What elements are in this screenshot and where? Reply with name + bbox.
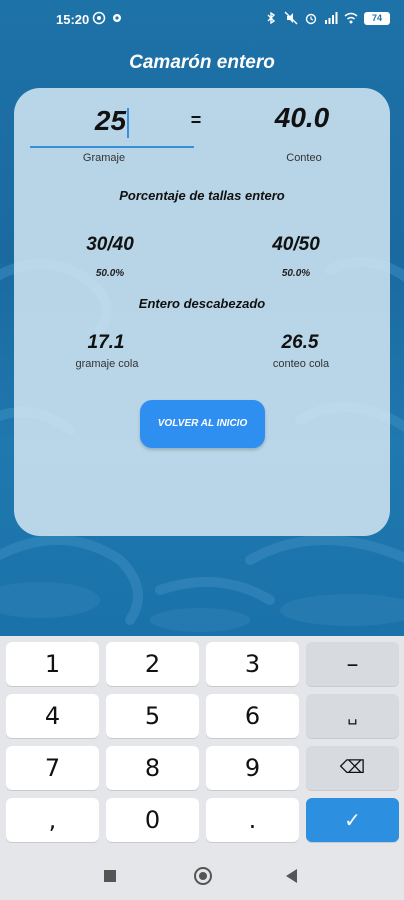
- results-card: 25 = 40.0 Gramaje Conteo Porcentaje de t…: [14, 88, 390, 536]
- key-1[interactable]: 1: [6, 642, 99, 686]
- comma-key[interactable]: ,: [6, 798, 99, 842]
- gramaje-input[interactable]: 25: [30, 96, 194, 148]
- size-left-value: 30/40: [86, 234, 134, 255]
- volver-al-inicio-button[interactable]: VOLVER AL INICIO: [140, 400, 265, 448]
- bluetooth-icon: [267, 11, 276, 25]
- recents-icon[interactable]: [104, 870, 116, 882]
- done-key[interactable]: ✓: [306, 798, 399, 842]
- conteo-label: Conteo: [286, 152, 322, 164]
- gramaje-cola-label: gramaje cola: [75, 358, 139, 370]
- size-left-percent: 50.0%: [95, 268, 125, 279]
- descabezado-heading: Entero descabezado: [138, 296, 266, 311]
- wifi-icon: [344, 12, 358, 24]
- key-4[interactable]: 4: [6, 694, 99, 738]
- gramaje-input-value: 25: [94, 105, 127, 136]
- conteo-cola-label: conteo cola: [272, 358, 330, 370]
- space-key[interactable]: ␣: [306, 694, 399, 738]
- size-right-percent: 50.0%: [281, 268, 311, 279]
- signal-icon: [325, 12, 338, 24]
- status-time: 15:20: [56, 12, 90, 27]
- key-7[interactable]: 7: [6, 746, 99, 790]
- gear-icon: [113, 14, 121, 22]
- navigation-bar: [0, 850, 404, 900]
- text-cursor: [127, 107, 130, 138]
- equals-sign: =: [190, 110, 202, 130]
- page-title: Camarón entero: [129, 52, 275, 73]
- home-icon[interactable]: [194, 867, 212, 885]
- status-system-icons: 74: [264, 11, 390, 25]
- gramaje-label: Gramaje: [82, 152, 126, 164]
- key-5[interactable]: 5: [106, 694, 199, 738]
- size-right-value: 40/50: [272, 234, 320, 255]
- minus-key[interactable]: –: [306, 642, 399, 686]
- key-2[interactable]: 2: [106, 642, 199, 686]
- conteo-value: 40.0: [274, 102, 330, 133]
- mute-icon: [284, 11, 298, 25]
- key-8[interactable]: 8: [106, 746, 199, 790]
- battery-indicator: 74: [364, 11, 390, 25]
- key-9[interactable]: 9: [206, 746, 299, 790]
- key-6[interactable]: 6: [206, 694, 299, 738]
- numeric-keyboard: 1 2 3 – 4 5 6 ␣ 7 8 9 ⌫ , 0 . ✓: [0, 636, 404, 850]
- gramaje-cola-value: 17.1: [87, 332, 125, 353]
- status-notification-icons: [92, 11, 124, 25]
- status-bar: 15:20 74: [0, 0, 404, 40]
- key-3[interactable]: 3: [206, 642, 299, 686]
- back-icon[interactable]: [286, 869, 297, 883]
- conteo-cola-value: 26.5: [281, 332, 319, 353]
- key-0[interactable]: 0: [106, 798, 199, 842]
- backspace-key[interactable]: ⌫: [306, 746, 399, 790]
- porcentaje-heading: Porcentaje de tallas entero: [119, 188, 285, 203]
- whatsapp-icon: [92, 11, 106, 25]
- alarm-icon: [305, 13, 317, 25]
- period-key[interactable]: .: [206, 798, 299, 842]
